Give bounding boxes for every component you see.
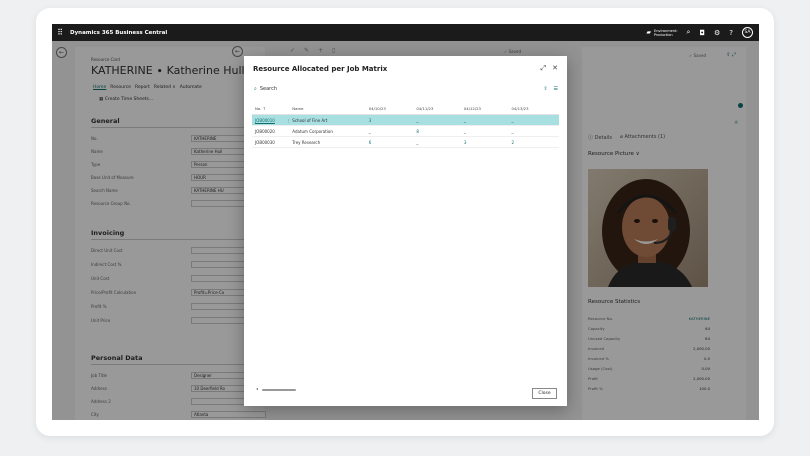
list-view-icon[interactable]: ☰ bbox=[554, 86, 558, 92]
period-value-cell[interactable]: 3 bbox=[464, 140, 512, 145]
period-value-cell[interactable]: _ bbox=[416, 118, 464, 123]
period-value-cell[interactable]: 6 bbox=[369, 140, 417, 145]
period-value-cell[interactable]: 2 bbox=[511, 140, 559, 145]
app-launcher-icon[interactable]: ⠿ bbox=[52, 28, 68, 37]
search-box[interactable]: ⌕ Search bbox=[254, 86, 277, 92]
period-value-cell[interactable]: _ bbox=[511, 129, 559, 134]
user-avatar[interactable]: SA bbox=[742, 27, 753, 38]
period-value-cell[interactable]: _ bbox=[464, 129, 512, 134]
job-no-cell[interactable]: JOB00010 bbox=[252, 118, 284, 123]
job-name-cell: Adatum Corporation bbox=[292, 128, 333, 134]
building-icon: ▰ bbox=[646, 28, 651, 36]
period-value-cell[interactable]: _ bbox=[511, 118, 559, 123]
list-toolbar-icons: ⇪ ☰ bbox=[543, 86, 558, 92]
row-actions-icon[interactable]: ⋮ bbox=[284, 118, 292, 123]
notification-bell-icon[interactable]: ◘ bbox=[699, 29, 705, 37]
scroll-left-icon[interactable]: ◂ bbox=[256, 386, 258, 391]
expand-icon[interactable]: ⤢ bbox=[541, 64, 547, 73]
period-value-cell[interactable]: _ bbox=[416, 140, 464, 145]
dialog-title: Resource Allocated per Job Matrix bbox=[253, 65, 388, 73]
column-header-name[interactable]: Name bbox=[292, 106, 368, 111]
table-row[interactable]: JOB00030 Trey Research 6 _ 3 2 bbox=[252, 137, 559, 148]
period-value-cell[interactable]: 8 bbox=[416, 129, 464, 134]
search-icon[interactable]: ⌕ bbox=[687, 28, 691, 37]
help-icon[interactable]: ? bbox=[729, 29, 733, 37]
top-bar: ⠿ Dynamics 365 Business Central ▰ Enviro… bbox=[52, 24, 759, 41]
table-row[interactable]: JOB00010 ⋮ School of Fine Art 3 _ _ _ bbox=[252, 115, 559, 126]
close-button[interactable]: Close bbox=[532, 388, 557, 399]
column-header-period[interactable]: 04/11/23 bbox=[416, 106, 464, 111]
period-value-cell[interactable]: _ bbox=[369, 129, 417, 134]
horizontal-scrollbar[interactable]: ◂ ▸ bbox=[256, 386, 556, 392]
settings-gear-icon[interactable]: ⚙ bbox=[714, 29, 720, 37]
table-row[interactable]: JOB00020 Adatum Corporation _ 8 _ _ bbox=[252, 126, 559, 137]
environment-indicator[interactable]: ▰ Environment: Production bbox=[646, 29, 677, 37]
job-name-cell: Trey Research bbox=[292, 139, 321, 145]
column-header-period[interactable]: 04/13/23 bbox=[511, 106, 559, 111]
matrix-dialog: Resource Allocated per Job Matrix ⤢ ✕ ⌕ … bbox=[244, 56, 567, 406]
share-icon[interactable]: ⇪ bbox=[543, 86, 547, 92]
period-value-cell[interactable]: 3 bbox=[369, 118, 417, 123]
period-value-cell[interactable]: _ bbox=[464, 118, 512, 123]
app-title: Dynamics 365 Business Central bbox=[70, 29, 168, 36]
column-header-period[interactable]: 04/10/23 bbox=[369, 106, 417, 111]
matrix-grid: No. ↑ Name 04/10/23 04/11/23 04/12/23 04… bbox=[252, 103, 559, 148]
app-window: ⠿ Dynamics 365 Business Central ▰ Enviro… bbox=[52, 24, 759, 420]
close-icon[interactable]: ✕ bbox=[552, 64, 558, 73]
job-name-cell: School of Fine Art bbox=[292, 117, 328, 123]
dialog-controls: ⤢ ✕ bbox=[541, 64, 558, 73]
grid-header-row: No. ↑ Name 04/10/23 04/11/23 04/12/23 04… bbox=[252, 103, 559, 115]
scrollbar-thumb[interactable] bbox=[262, 389, 296, 391]
job-no-cell[interactable]: JOB00020 bbox=[252, 129, 284, 134]
column-header-period[interactable]: 04/12/23 bbox=[464, 106, 512, 111]
column-header-no[interactable]: No. ↑ bbox=[252, 106, 284, 111]
search-icon: ⌕ bbox=[254, 86, 257, 92]
job-no-cell[interactable]: JOB00030 bbox=[252, 140, 284, 145]
